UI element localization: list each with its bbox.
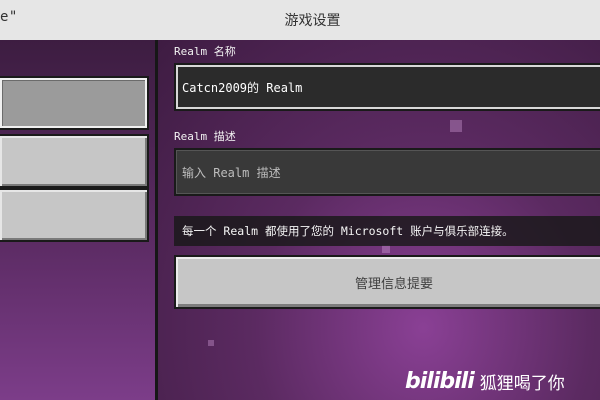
sparkle-decoration	[382, 245, 390, 253]
realm-description-field[interactable]: 输入 Realm 描述	[174, 148, 600, 196]
settings-panel: Realm 名称 Catcn2009的 Realm Realm 描述 输入 Re…	[158, 40, 600, 400]
realm-description-label: Realm 描述	[174, 130, 236, 143]
account-info-text: 每一个 Realm 都使用了您的 Microsoft 账户与俱乐部连接。	[174, 216, 600, 246]
sidebar	[0, 40, 158, 400]
sidebar-item-3[interactable]	[0, 188, 149, 242]
sparkle-decoration	[450, 120, 462, 132]
watermark: bilibili 狐狸喝了你	[405, 362, 600, 400]
page-title: 游戏设置	[284, 13, 341, 29]
realm-name-label: Realm 名称	[174, 45, 236, 58]
bilibili-logo: bilibili	[405, 368, 475, 394]
title-bar: e" 游戏设置	[0, 0, 600, 42]
sidebar-item-2[interactable]	[0, 134, 149, 188]
watermark-text: 狐狸喝了你	[479, 373, 565, 394]
sidebar-item-1[interactable]	[0, 76, 149, 130]
sparkle-decoration	[208, 340, 214, 346]
realm-name-field[interactable]: Catcn2009的 Realm	[174, 63, 600, 111]
manage-feed-button[interactable]: 管理信息提要	[174, 255, 600, 309]
